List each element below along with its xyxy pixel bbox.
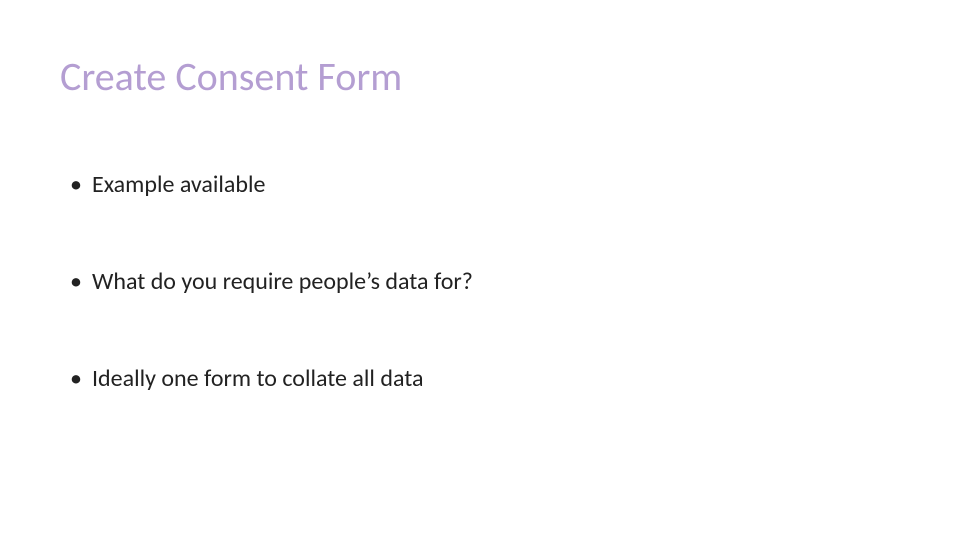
list-item: Example available <box>70 169 900 200</box>
slide-title: Create Consent Form <box>60 55 900 99</box>
bullet-list: Example available What do you require pe… <box>70 169 900 395</box>
list-item: What do you require people’s data for? <box>70 266 900 297</box>
list-item: Ideally one form to collate all data <box>70 363 900 394</box>
slide: Create Consent Form Example available Wh… <box>0 0 960 540</box>
